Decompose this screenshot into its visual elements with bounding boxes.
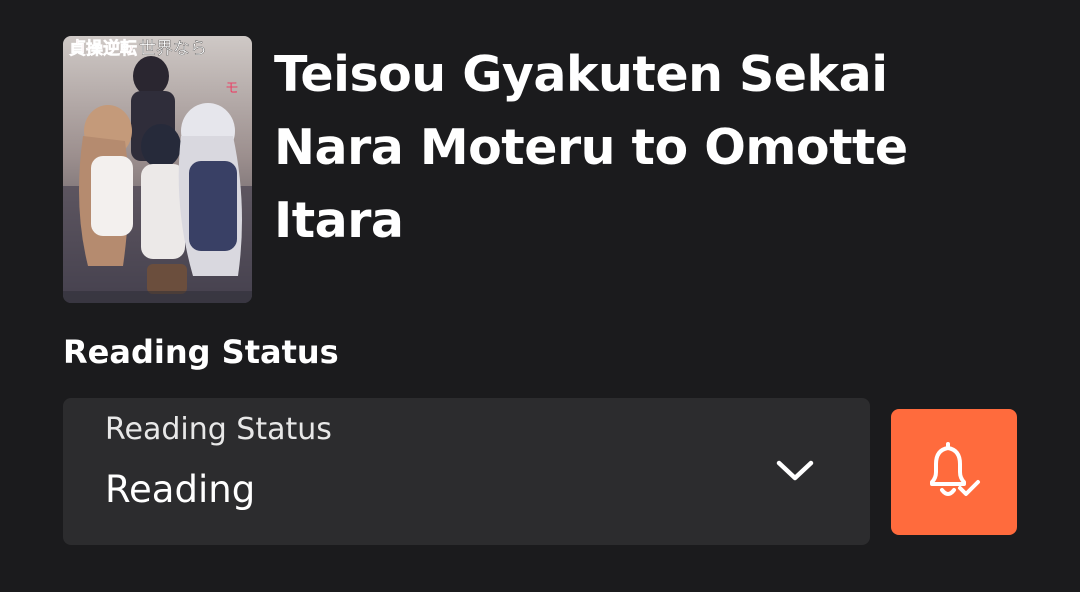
reading-status-select[interactable]: Reading Status Reading <box>63 398 870 545</box>
reading-status-field-label: Reading Status <box>105 412 332 447</box>
chevron-down-icon[interactable] <box>775 456 815 484</box>
cover-illustration: 貞操逆転 世界なら モ <box>63 36 252 303</box>
notification-button[interactable] <box>891 409 1017 535</box>
cover-image: 貞操逆転 世界なら モ <box>63 36 252 303</box>
svg-text:モ: モ <box>223 80 239 94</box>
manga-title: Teisou Gyakuten Sekai Nara Moteru to Omo… <box>274 46 908 249</box>
reading-status-selected-value: Reading <box>105 468 256 511</box>
svg-text:貞操逆転: 貞操逆転 <box>69 38 137 59</box>
svg-text:世界なら: 世界なら <box>139 39 207 59</box>
reading-status-heading: Reading Status <box>63 333 339 371</box>
bell-check-icon <box>930 442 980 496</box>
